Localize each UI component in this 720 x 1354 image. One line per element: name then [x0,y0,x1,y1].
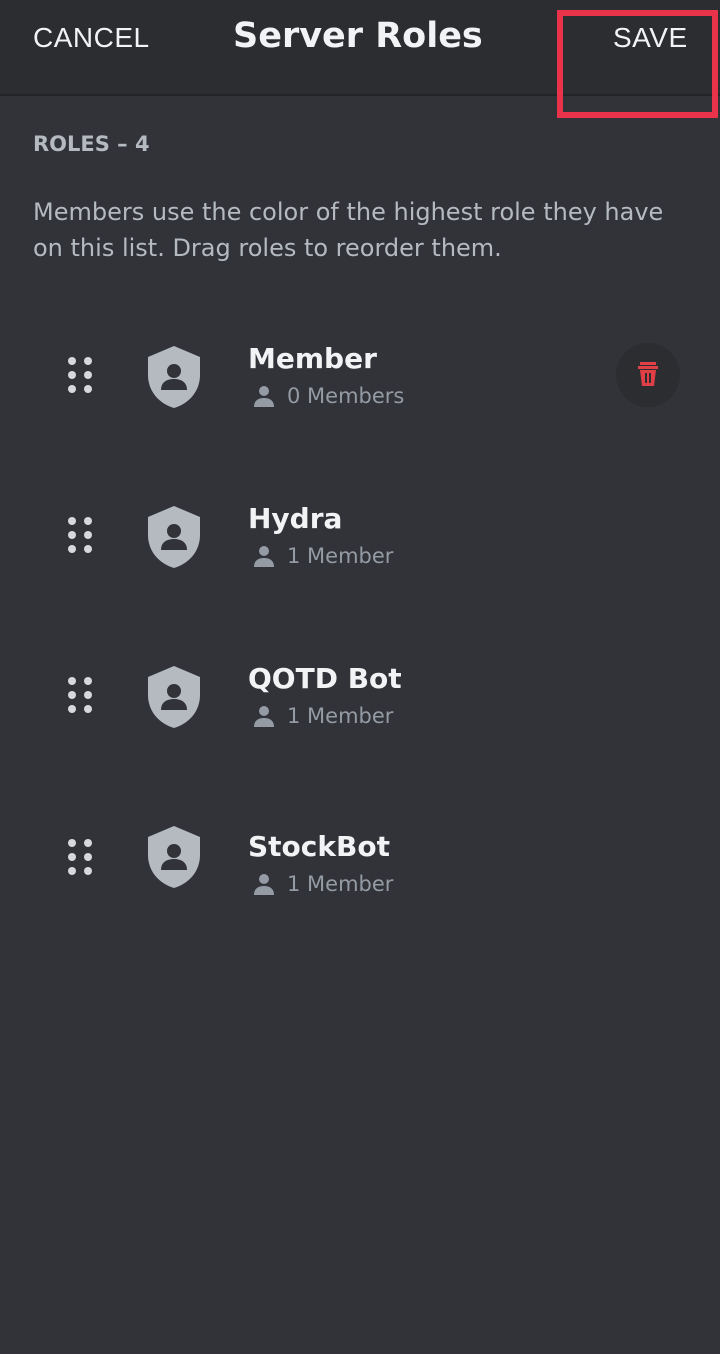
role-name: Member [248,342,377,375]
person-icon [254,874,274,895]
page-title: Server Roles [233,16,483,56]
role-row-qotd-bot[interactable]: QOTD Bot 1 Member [0,640,720,750]
trash-icon [638,362,658,386]
drag-handle-icon[interactable] [66,837,94,877]
shield-user-icon [148,346,200,408]
role-row-member[interactable]: Member 0 Members [0,320,720,430]
drag-handle-icon[interactable] [66,675,94,715]
delete-role-button[interactable] [616,343,680,407]
drag-handle-icon[interactable] [66,515,94,555]
roles-description: Members use the color of the highest rol… [33,198,664,262]
role-name: QOTD Bot [248,662,402,695]
person-icon [254,546,274,567]
cancel-button[interactable]: CANCEL [33,22,150,54]
shield-user-icon [148,666,200,728]
shield-user-icon [148,826,200,888]
role-name: Hydra [248,502,343,535]
roles-section-label: ROLES – 4 [33,132,150,156]
member-count: 1 Member [287,872,394,896]
drag-handle-icon[interactable] [66,355,94,395]
member-count: 1 Member [287,544,394,568]
person-icon [254,386,274,407]
save-highlight-outline [557,10,718,118]
role-row-hydra[interactable]: Hydra 1 Member [0,480,720,590]
member-count: 0 Members [287,384,405,408]
person-icon [254,706,274,727]
member-count: 1 Member [287,704,394,728]
role-name: StockBot [248,830,390,863]
role-row-stockbot[interactable]: StockBot 1 Member [0,808,720,918]
shield-user-icon [148,506,200,568]
